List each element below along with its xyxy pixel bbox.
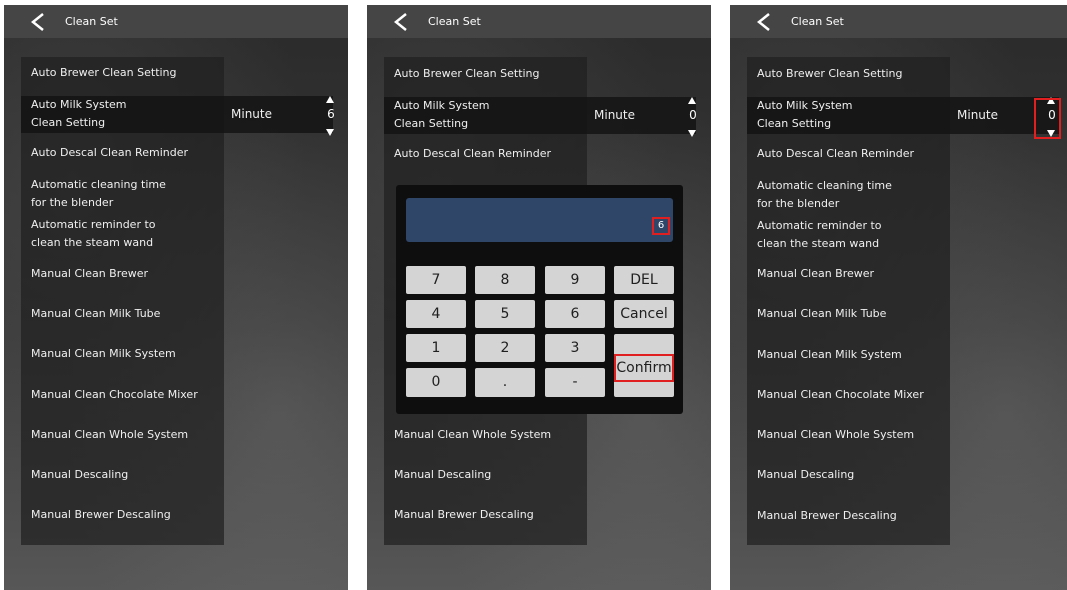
menu-item-auto-brewer-clean[interactable]: Auto Brewer Clean Setting	[747, 65, 903, 83]
menu-item-auto-descal-reminder[interactable]: Auto Descal Clean Reminder	[21, 144, 188, 162]
menu-item-auto-brewer-clean[interactable]: Auto Brewer Clean Setting	[21, 64, 224, 84]
keypad-display: 6	[406, 198, 673, 242]
menu-item-manual-clean-chocolate-mixer[interactable]: Manual Clean Chocolate Mixer	[21, 386, 198, 404]
arrow-down-icon[interactable]	[326, 129, 334, 136]
menu-item-manual-clean-milk-tube[interactable]: Manual Clean Milk Tube	[747, 305, 886, 323]
menu-item-manual-brewer-descaling[interactable]: Manual Brewer Descaling	[384, 506, 534, 524]
clean-set-screen-2: Clean Set Auto Brewer Clean Setting Auto…	[367, 5, 711, 590]
menu-item-manual-clean-milk-system[interactable]: Manual Clean Milk System	[747, 346, 902, 364]
chevron-left-icon[interactable]	[393, 7, 423, 37]
menu-item-manual-brewer-descaling[interactable]: Manual Brewer Descaling	[21, 506, 171, 524]
menu-item-manual-descaling[interactable]: Manual Descaling	[21, 466, 128, 484]
chevron-left-icon[interactable]	[756, 7, 786, 37]
menu-item-auto-brewer-clean[interactable]: Auto Brewer Clean Setting	[384, 65, 540, 83]
header: Clean Set	[4, 5, 348, 38]
key-0[interactable]: 0	[406, 368, 466, 397]
key-7[interactable]: 7	[406, 266, 466, 294]
key-4[interactable]: 4	[406, 300, 466, 328]
stepper-value: 0	[689, 108, 697, 122]
key-2[interactable]: 2	[475, 334, 535, 362]
header: Clean Set	[730, 5, 1067, 38]
menu-item-auto-milk-clean[interactable]: Auto Milk System Clean Setting	[384, 97, 696, 134]
minute-label: Minute	[594, 108, 635, 122]
minute-stepper[interactable]: 0	[684, 95, 702, 139]
key-1[interactable]: 1	[406, 334, 466, 362]
page-title: Clean Set	[428, 15, 481, 28]
key-8[interactable]: 8	[475, 266, 535, 294]
menu-item-manual-clean-whole-system[interactable]: Manual Clean Whole System	[384, 426, 551, 444]
menu-item-manual-clean-brewer[interactable]: Manual Clean Brewer	[21, 265, 148, 283]
menu-item-auto-descal-reminder[interactable]: Auto Descal Clean Reminder	[384, 145, 551, 163]
menu-item-steam-wand-reminder[interactable]: Automatic reminder to clean the steam wa…	[21, 216, 156, 252]
minute-stepper[interactable]: 6	[322, 94, 340, 138]
arrow-up-icon[interactable]	[688, 97, 696, 104]
menu-item-manual-clean-chocolate-mixer[interactable]: Manual Clean Chocolate Mixer	[747, 386, 924, 404]
menu-item-manual-clean-whole-system[interactable]: Manual Clean Whole System	[747, 426, 914, 444]
key-5[interactable]: 5	[475, 300, 535, 328]
page-title: Clean Set	[65, 15, 118, 28]
key-6[interactable]: 6	[545, 300, 605, 328]
arrow-up-icon[interactable]	[326, 96, 334, 103]
confirm-button[interactable]: Confirm	[614, 354, 674, 382]
minute-label: Minute	[231, 107, 272, 121]
menu-item-auto-milk-clean[interactable]: Auto Milk System Clean Setting	[747, 97, 1059, 134]
menu-item-manual-brewer-descaling[interactable]: Manual Brewer Descaling	[747, 507, 897, 525]
page-title: Clean Set	[791, 15, 844, 28]
cancel-button[interactable]: Cancel	[614, 300, 674, 328]
arrow-down-icon[interactable]	[688, 130, 696, 137]
clean-set-screen-3: Clean Set Auto Brewer Clean Setting Auto…	[730, 5, 1067, 590]
menu-item-blender-clean-time[interactable]: Automatic cleaning time for the blender	[21, 176, 166, 212]
key-3[interactable]: 3	[545, 334, 605, 362]
minute-label: Minute	[957, 108, 998, 122]
key-9[interactable]: 9	[545, 266, 605, 294]
chevron-left-icon[interactable]	[30, 7, 60, 37]
stepper-highlight	[1034, 98, 1061, 139]
menu-item-auto-milk-clean[interactable]: Auto Milk System Clean Setting	[21, 96, 333, 133]
menu-item-manual-clean-whole-system[interactable]: Manual Clean Whole System	[21, 426, 188, 444]
header: Clean Set	[367, 5, 711, 38]
clean-set-screen-1: Clean Set Auto Brewer Clean Setting Auto…	[4, 5, 348, 590]
menu-item-steam-wand-reminder[interactable]: Automatic reminder to clean the steam wa…	[747, 217, 882, 253]
menu-item-manual-clean-milk-system[interactable]: Manual Clean Milk System	[21, 345, 176, 363]
numeric-keypad-dialog: 6 7 8 9 DEL 4 5 6 Cancel 1 2 3 Confirm 0…	[396, 185, 683, 414]
menu-item-manual-descaling[interactable]: Manual Descaling	[384, 466, 491, 484]
menu-item-auto-descal-reminder[interactable]: Auto Descal Clean Reminder	[747, 145, 914, 163]
stepper-value: 6	[327, 107, 335, 121]
delete-button[interactable]: DEL	[614, 266, 674, 294]
menu-item-blender-clean-time[interactable]: Automatic cleaning time for the blender	[747, 177, 892, 213]
key-minus[interactable]: -	[545, 368, 605, 397]
menu-item-manual-clean-brewer[interactable]: Manual Clean Brewer	[747, 265, 874, 283]
menu-item-manual-descaling[interactable]: Manual Descaling	[747, 466, 854, 484]
key-dot[interactable]: .	[475, 368, 535, 397]
keypad-display-value: 6	[652, 217, 670, 235]
menu-item-manual-clean-milk-tube[interactable]: Manual Clean Milk Tube	[21, 305, 160, 323]
